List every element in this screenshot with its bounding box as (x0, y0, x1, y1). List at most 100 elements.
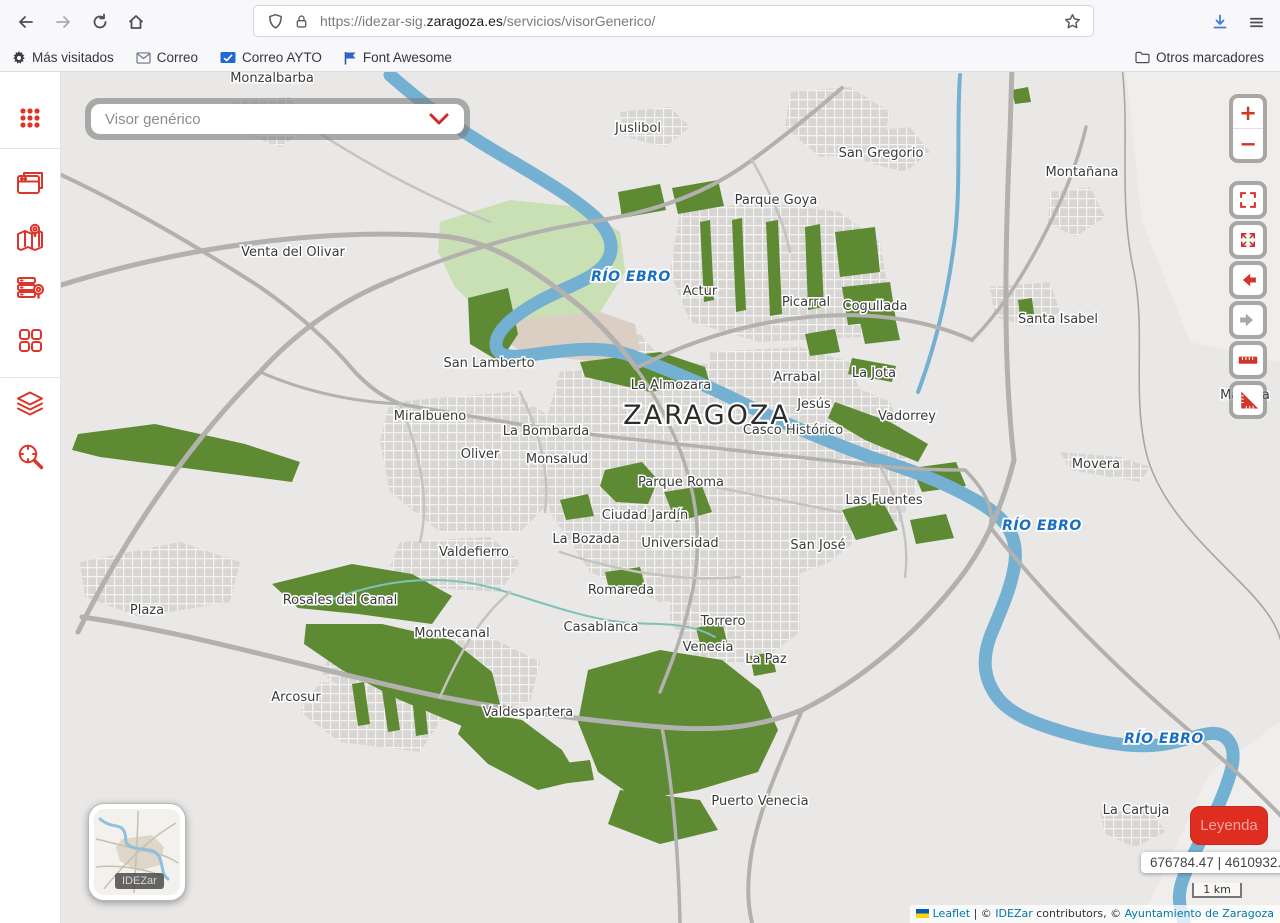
home-button[interactable] (118, 4, 154, 40)
fullscreen-button[interactable] (1233, 185, 1263, 215)
bookmark-correo[interactable]: Correo (136, 50, 198, 65)
map-label: Universidad (641, 536, 718, 551)
menu-button[interactable] (1238, 4, 1274, 40)
map-label: San José (790, 538, 845, 553)
measure-distance-control (1229, 341, 1267, 379)
zoom-out-button[interactable]: − (1233, 128, 1263, 159)
scale-bar: 1 km (1192, 883, 1242, 898)
forward-icon (54, 13, 72, 31)
map-label: Plaza (130, 603, 164, 618)
map-label: RÍO EBRO (1124, 730, 1204, 747)
road-path (310, 127, 490, 222)
gray-forward-arrow-icon (1238, 310, 1258, 330)
ayto-link[interactable]: Ayuntamiento de Zaragoza (1125, 907, 1274, 920)
red-back-arrow-icon (1238, 270, 1258, 290)
previous-extent-button[interactable] (1233, 265, 1263, 295)
map-label: Monsalud (526, 452, 588, 467)
map-label: Miralbueno (394, 409, 466, 424)
reload-icon (91, 13, 109, 31)
catalog-pin-icon (15, 272, 45, 302)
map-label: Casablanca (564, 620, 639, 635)
home-icon (127, 13, 145, 31)
map-label: Movera (1072, 457, 1120, 472)
map-label: Venta del Olivar (241, 245, 345, 260)
map-label: La Bozada (552, 532, 619, 547)
flag-icon (344, 51, 357, 65)
gear-icon (12, 51, 26, 65)
leaflet-link[interactable]: Leaflet (933, 907, 970, 920)
app-sidebar (0, 72, 61, 923)
map-canvas[interactable]: MonzalbarbaJuslibolSan GregorioMontañana… (60, 72, 1280, 923)
map-label: Ciudad Jardín (602, 508, 689, 523)
map-label: Montañana (1046, 165, 1119, 180)
idezar-link[interactable]: IDEZar (995, 907, 1032, 920)
bookmark-mas-visitados[interactable]: Más visitados (12, 50, 114, 65)
url-domain: zaragoza.es (427, 13, 503, 29)
back-button[interactable] (8, 4, 44, 40)
viewer-selector-field[interactable]: Visor genérico (91, 104, 464, 134)
map-label: Valdespartera (483, 705, 573, 720)
sidebar-item-modules[interactable] (15, 325, 45, 355)
bookmark-star-button[interactable] (1059, 8, 1085, 34)
measure-area-button[interactable] (1233, 385, 1263, 415)
legend-button[interactable]: Leyenda (1190, 806, 1268, 845)
attribution-text: contributors, © (1033, 907, 1125, 920)
map-label: Arrabal (773, 370, 820, 385)
bookmark-label: Correo AYTO (242, 50, 322, 65)
expand-control (1229, 221, 1267, 259)
url-text: https://idezar-sig.zaragoza.es/servicios… (320, 13, 1059, 29)
measure-distance-button[interactable] (1233, 345, 1263, 375)
ukraine-flag-icon (916, 909, 929, 918)
sidebar-item-maps[interactable] (15, 222, 45, 252)
park-area (72, 424, 300, 482)
park-area (556, 760, 594, 784)
window-icon (15, 168, 45, 198)
map-label: La Paz (745, 652, 787, 667)
measure-area-control (1229, 381, 1267, 419)
history-forward-control (1229, 301, 1267, 339)
expand-view-button[interactable] (1233, 225, 1263, 255)
minimap-label: IDEZar (115, 873, 164, 889)
bookmark-font-awesome[interactable]: Font Awesome (344, 50, 452, 65)
envelope-outline-icon (136, 52, 151, 64)
map-pin-icon (15, 222, 45, 252)
sidebar-item-catalog[interactable] (15, 272, 45, 302)
url-scheme: https:// (320, 13, 362, 29)
set-square-icon (1237, 389, 1259, 411)
downloads-button[interactable] (1202, 4, 1238, 40)
sidebar-item-apps[interactable] (15, 103, 45, 133)
reload-button[interactable] (82, 4, 118, 40)
app-content: MonzalbarbaJuslibolSan GregorioMontañana… (0, 72, 1280, 923)
park-area (835, 227, 880, 277)
park-area (1012, 87, 1031, 104)
apps-grid-icon (15, 103, 45, 133)
map-label: La Jota (852, 366, 896, 381)
map-label: Santa Isabel (1018, 312, 1098, 327)
ruler-icon (1237, 349, 1259, 371)
other-bookmarks-button[interactable]: Otros marcadores (1135, 50, 1268, 65)
lock-icon[interactable] (288, 8, 314, 34)
zoom-in-button[interactable]: + (1233, 98, 1263, 128)
map-label: Puerto Venecia (711, 794, 808, 809)
map-label: Venecia (683, 640, 734, 655)
sidebar-item-windows[interactable] (15, 168, 45, 198)
other-bookmarks-label: Otros marcadores (1156, 50, 1264, 65)
sidebar-item-search[interactable] (15, 441, 45, 471)
browser-toolbar: https://idezar-sig.zaragoza.es/servicios… (0, 0, 1280, 44)
map-label: Picarral (782, 295, 830, 310)
shield-icon[interactable] (262, 8, 288, 34)
address-bar[interactable]: https://idezar-sig.zaragoza.es/servicios… (253, 5, 1094, 37)
map-label: Jesús (796, 397, 831, 412)
fullscreen-control (1229, 181, 1267, 219)
viewer-selector[interactable]: Visor genérico (85, 98, 470, 140)
forward-button[interactable] (45, 4, 81, 40)
road-path (260, 372, 400, 404)
road-path (1006, 72, 1014, 460)
map-label: Cogullada (843, 299, 908, 314)
map-label: Juslibol (614, 121, 661, 136)
next-extent-button[interactable] (1233, 305, 1263, 335)
map-label: Casco Histórico (743, 423, 843, 438)
bookmark-correo-ayto[interactable]: Correo AYTO (220, 50, 322, 65)
overview-minimap[interactable]: IDEZar (88, 803, 186, 901)
sidebar-item-layers[interactable] (15, 389, 45, 419)
